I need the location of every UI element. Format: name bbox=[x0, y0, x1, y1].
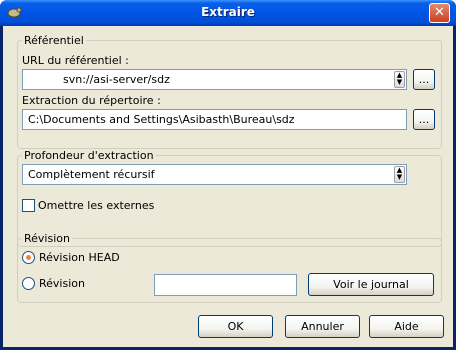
cancel-button[interactable]: Annuler bbox=[285, 315, 360, 338]
close-icon: ✕ bbox=[434, 5, 445, 20]
help-button[interactable]: Aide bbox=[369, 315, 444, 338]
specific-revision-label[interactable]: Révision bbox=[39, 277, 85, 290]
checkout-dir-field[interactable]: C:\Documents and Settings\Asibasth\Burea… bbox=[22, 109, 407, 130]
close-button[interactable]: ✕ bbox=[429, 3, 450, 23]
title-bar[interactable]: Extraire ✕ bbox=[0, 0, 456, 26]
depth-group-label: Profondeur d'extraction bbox=[22, 149, 156, 162]
ok-button[interactable]: OK bbox=[198, 315, 273, 338]
checkout-dir-value: C:\Documents and Settings\Asibasth\Burea… bbox=[28, 113, 295, 126]
url-label: URL du référentiel : bbox=[22, 54, 129, 67]
dialog-client-area: Référentiel URL du référentiel : svn://a… bbox=[3, 26, 453, 347]
radio-selected-dot bbox=[26, 255, 31, 260]
window-title: Extraire bbox=[201, 5, 255, 19]
repository-group-label: Référentiel bbox=[22, 34, 86, 47]
url-value: svn://asi-server/sdz bbox=[63, 73, 170, 86]
spin-arrows-icon[interactable]: ▲ ▼ bbox=[394, 71, 405, 88]
omit-externals-label[interactable]: Omettre les externes bbox=[38, 199, 154, 212]
show-log-button[interactable]: Voir le journal bbox=[308, 273, 434, 296]
checkout-dir-label: Extraction du répertoire : bbox=[22, 94, 161, 107]
depth-selected: Complètement récursif bbox=[28, 168, 155, 181]
spin-arrows-icon[interactable]: ▲ ▼ bbox=[394, 166, 405, 183]
dialog-window: Extraire ✕ Référentiel URL du référentie… bbox=[0, 0, 456, 350]
browse-dir-button[interactable]: ... bbox=[413, 109, 435, 130]
head-revision-label[interactable]: Révision HEAD bbox=[39, 251, 120, 264]
depth-combobox[interactable]: Complètement récursif ▲ ▼ bbox=[22, 164, 407, 185]
omit-externals-checkbox[interactable] bbox=[22, 199, 35, 212]
url-combobox[interactable]: svn://asi-server/sdz ▲ ▼ bbox=[22, 69, 407, 90]
revision-group-label: Révision bbox=[22, 232, 72, 245]
revision-input[interactable] bbox=[154, 274, 297, 296]
browse-url-button[interactable]: ... bbox=[413, 69, 435, 90]
head-revision-radio[interactable] bbox=[22, 251, 35, 264]
specific-revision-radio[interactable] bbox=[22, 277, 35, 290]
